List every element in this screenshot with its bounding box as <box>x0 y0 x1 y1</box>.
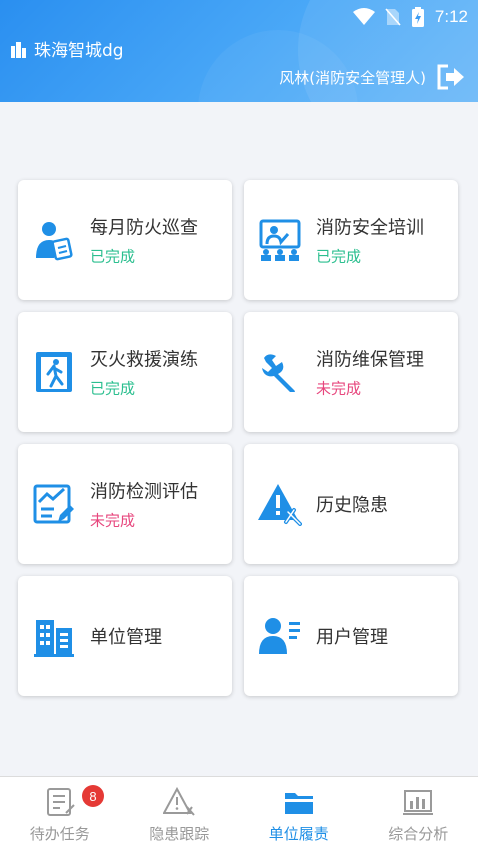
card-title: 单位管理 <box>90 627 162 648</box>
user-label: 风林(消防安全管理人) <box>279 68 426 87</box>
folder-icon <box>284 793 313 814</box>
card-title: 历史隐患 <box>316 495 388 516</box>
card-history-hazards[interactable]: 历史隐患 <box>244 444 458 564</box>
building-icon <box>34 620 74 657</box>
notification-badge: 8 <box>82 785 104 807</box>
warning-tools-icon <box>258 484 302 526</box>
bottom-navigation: 待办任务 8 隐患跟踪 单位履责 综合分析 <box>0 776 478 850</box>
training-board-icon <box>259 219 301 261</box>
card-maintenance[interactable]: 消防维保管理 未完成 <box>244 312 458 432</box>
card-title: 每月防火巡查 <box>90 217 198 239</box>
tab-todo-tasks[interactable]: 待办任务 8 <box>0 777 120 850</box>
status-bar: 7:12 <box>352 6 468 28</box>
card-rescue-drill[interactable]: 灭火救援演练 已完成 <box>18 312 232 432</box>
card-title: 消防安全培训 <box>316 217 424 239</box>
app-title-text: 珠海智城dg <box>34 41 124 61</box>
tab-hazard-tracking[interactable]: 隐患跟踪 <box>120 777 240 850</box>
card-title: 灭火救援演练 <box>90 349 198 371</box>
card-status: 未完成 <box>316 379 362 398</box>
wrench-icon <box>262 354 295 392</box>
wifi-icon <box>352 8 375 25</box>
card-status: 已完成 <box>316 247 362 266</box>
patrol-person-icon <box>36 222 73 261</box>
card-unit-management[interactable]: 单位管理 <box>18 576 232 696</box>
building-small-icon <box>11 41 26 58</box>
assessment-chart-icon <box>33 484 74 524</box>
user-info: 风林(消防安全管理人) <box>279 64 466 90</box>
card-status: 已完成 <box>90 247 136 266</box>
card-inspection-assessment[interactable]: 消防检测评估 未完成 <box>18 444 232 564</box>
battery-charging-icon <box>411 7 424 27</box>
card-safety-training[interactable]: 消防安全培训 已完成 <box>244 180 458 300</box>
logout-icon[interactable] <box>436 64 466 90</box>
clock-time: 7:12 <box>434 7 468 26</box>
card-user-management[interactable]: 用户管理 <box>244 576 458 696</box>
card-monthly-patrol[interactable]: 每月防火巡查 已完成 <box>18 180 232 300</box>
todo-list-icon <box>46 788 75 816</box>
tab-unit-duties[interactable]: 单位履责 <box>239 777 359 850</box>
no-sim-icon <box>385 8 401 26</box>
tab-comprehensive-analysis[interactable]: 综合分析 <box>359 777 478 850</box>
card-title: 消防维保管理 <box>316 349 424 371</box>
card-status: 未完成 <box>90 511 136 530</box>
app-header: 7:12 珠海智城dg 风林(消防安全管理人) <box>0 0 478 102</box>
card-title: 消防检测评估 <box>90 481 198 503</box>
evacuation-door-icon <box>36 352 72 392</box>
card-status: 已完成 <box>90 379 136 398</box>
app-title: 珠海智城dg <box>10 36 124 61</box>
tab-label: 隐患跟踪 <box>149 825 210 843</box>
hazard-warning-icon <box>163 787 196 816</box>
bar-chart-icon <box>403 790 434 815</box>
tab-label: 待办任务 <box>29 825 90 843</box>
card-title: 用户管理 <box>316 627 388 648</box>
tab-label: 单位履责 <box>268 825 329 843</box>
user-card-icon <box>259 618 300 654</box>
tab-label: 综合分析 <box>388 825 449 843</box>
